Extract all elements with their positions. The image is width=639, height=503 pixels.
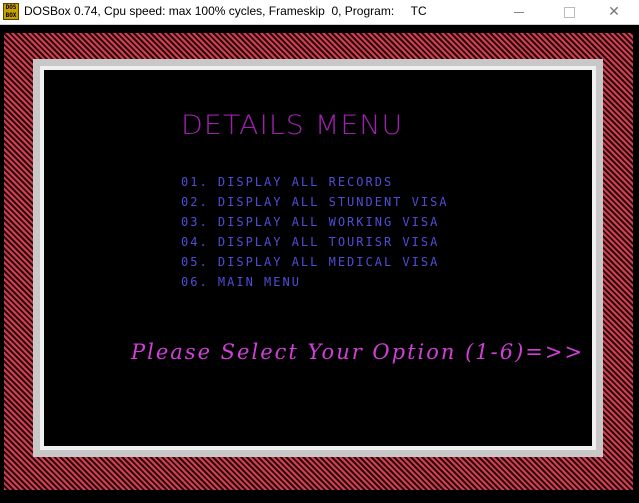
menu-item-display-medical-visa: 05. DISPLAY ALL MEDICAL VISA — [181, 255, 440, 269]
striped-border-frame: DETAILS MENU 01. DISPLAY ALL RECORDS 02.… — [4, 33, 633, 490]
close-icon: ✕ — [608, 4, 620, 20]
menu-item-display-student-visa: 02. DISPLAY ALL STUNDENT VISA — [181, 195, 449, 209]
menu-item-main-menu: 06. MAIN MENU — [181, 275, 301, 289]
menu-item-display-working-visa: 03. DISPLAY ALL WORKING VISA — [181, 215, 440, 229]
menu-panel: DETAILS MENU 01. DISPLAY ALL RECORDS 02.… — [44, 70, 592, 446]
maximize-icon — [563, 6, 575, 18]
close-button[interactable]: ✕ — [592, 0, 636, 24]
dosbox-app-icon[interactable]: DOS BOX — [3, 3, 19, 20]
minimize-button[interactable] — [497, 0, 541, 24]
menu-item-display-tourist-visa: 04. DISPLAY ALL TOURISR VISA — [181, 235, 440, 249]
option-prompt: Please Select Your Option (1-6)=>> — [131, 340, 585, 364]
menu-list: 01. DISPLAY ALL RECORDS 02. DISPLAY ALL … — [181, 172, 449, 292]
title-bar[interactable]: DOS BOX DOSBox 0.74, Cpu speed: max 100%… — [0, 0, 639, 25]
maximize-button[interactable] — [547, 0, 591, 24]
minimize-icon — [514, 11, 524, 13]
dos-display[interactable]: DETAILS MENU 01. DISPLAY ALL RECORDS 02.… — [0, 25, 639, 503]
menu-title: DETAILS MENU — [181, 110, 404, 141]
menu-item-display-all-records: 01. DISPLAY ALL RECORDS — [181, 175, 394, 189]
window-title: DOSBox 0.74, Cpu speed: max 100% cycles,… — [24, 4, 427, 18]
